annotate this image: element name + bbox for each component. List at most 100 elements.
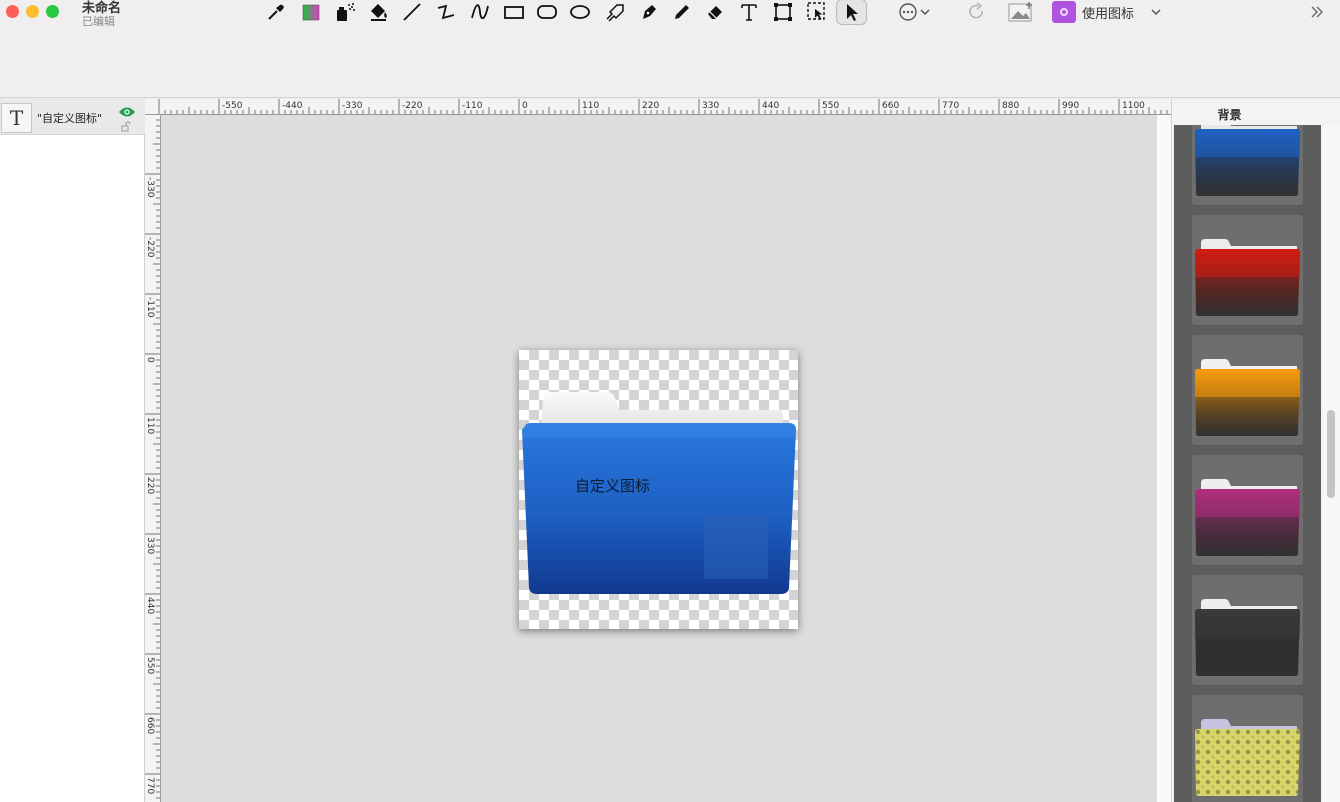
pen-nib-icon xyxy=(643,5,656,19)
minimize-window-button[interactable] xyxy=(26,5,39,18)
image-button[interactable] xyxy=(1006,0,1036,24)
folder-icon xyxy=(1195,479,1300,556)
use-icon-label: 使用图标 xyxy=(1082,6,1135,22)
ruler-label: 990 xyxy=(1062,101,1079,111)
overflow-toolbar-button[interactable] xyxy=(1304,0,1330,24)
chevron-double-right-icon xyxy=(1311,6,1323,18)
ruler-label: -550 xyxy=(222,101,243,111)
ruler-label: 330 xyxy=(702,101,719,111)
ruler-label: 0 xyxy=(145,357,155,363)
lasso-icon xyxy=(606,4,624,22)
folder-label-text[interactable]: 自定义图标 xyxy=(575,475,650,496)
ruler-label: -110 xyxy=(145,297,155,318)
chevron-down-icon xyxy=(1151,9,1161,16)
lasso-tool[interactable] xyxy=(602,0,628,24)
background-swatch-red[interactable] xyxy=(1192,215,1303,325)
ellipse-tool[interactable] xyxy=(567,0,593,24)
ruler-label: 550 xyxy=(145,657,155,674)
vertical-ruler-ticks: -330 -220 -110 0 110 220 330 440 550 660 770 xyxy=(145,119,160,799)
text-tool[interactable] xyxy=(736,0,762,24)
background-swatch-orange[interactable] xyxy=(1192,335,1303,445)
ruler-label: 110 xyxy=(145,417,155,434)
blue-folder-icon xyxy=(522,392,796,594)
vertical-ruler: -330 -220 -110 0 110 220 330 440 550 660 770 xyxy=(145,115,161,802)
layer-thumbnail: T xyxy=(1,103,32,133)
eraser-icon xyxy=(708,6,722,19)
text-icon xyxy=(741,4,757,21)
icon-artboard[interactable]: 自定义图标 xyxy=(519,350,798,629)
transform-icon xyxy=(774,3,792,21)
ruler-label: -110 xyxy=(462,101,483,111)
background-swatch-magenta[interactable] xyxy=(1192,455,1303,565)
layers-panel: T "自定义图标" xyxy=(0,99,145,802)
eyedropper-icon xyxy=(268,4,284,20)
ruler-label: -440 xyxy=(282,101,303,111)
maximize-window-button[interactable] xyxy=(46,5,59,18)
image-icon xyxy=(1008,2,1032,22)
ruler-label: -330 xyxy=(342,101,363,111)
more-options-menu[interactable] xyxy=(894,0,934,24)
ruler-label: 220 xyxy=(642,101,659,111)
paint-bucket-icon xyxy=(371,4,387,21)
horizontal-ruler: -550 -440 -330 -220 -110 0 110 220 330 440 550 660 7… xyxy=(145,99,1171,115)
use-icon-button[interactable]: 使用图标 xyxy=(1052,0,1162,24)
horizontal-ruler-ticks: -550 -440 -330 -220 -110 0 110 220 330 440 550 660 7… xyxy=(158,99,1168,114)
crop-select-tool[interactable] xyxy=(804,0,830,24)
background-panel: 背景 xyxy=(1171,99,1340,802)
ruler-label: 880 xyxy=(1002,101,1019,111)
spray-tool[interactable] xyxy=(332,0,358,24)
close-window-button[interactable] xyxy=(6,5,19,18)
folder-icon xyxy=(1195,719,1300,796)
unlock-icon[interactable] xyxy=(121,121,131,132)
ruler-label: -330 xyxy=(145,177,155,198)
line-tool[interactable] xyxy=(399,0,425,24)
spray-icon xyxy=(337,3,355,21)
chevron-down-icon xyxy=(920,9,930,16)
redo-button[interactable] xyxy=(964,0,990,24)
rectangle-icon xyxy=(504,6,524,19)
background-swatch-black[interactable] xyxy=(1192,575,1303,685)
rectangle-tool[interactable] xyxy=(501,0,527,24)
scrollbar-thumb[interactable] xyxy=(1327,410,1335,498)
color-swatch-icon xyxy=(302,4,320,21)
rounded-rect-tool[interactable] xyxy=(534,0,560,24)
background-swatch-blue[interactable] xyxy=(1192,125,1303,205)
folder-icon xyxy=(1195,239,1300,316)
eyedropper-tool[interactable] xyxy=(263,0,289,24)
ruler-label: 110 xyxy=(582,101,599,111)
select-tool[interactable] xyxy=(836,0,867,25)
pen-tool[interactable] xyxy=(636,0,662,24)
background-swatch-damask-yellow[interactable] xyxy=(1192,695,1303,802)
ruler-label: 440 xyxy=(145,597,155,614)
document-status: 已编辑 xyxy=(82,15,115,28)
ruler-label: 660 xyxy=(882,101,899,111)
line-icon xyxy=(403,3,421,21)
layer-row[interactable]: T "自定义图标" xyxy=(0,99,145,135)
pencil-tool[interactable] xyxy=(669,0,695,24)
eraser-tool[interactable] xyxy=(702,0,728,24)
zigzag-icon xyxy=(437,4,455,20)
rounded-rectangle-icon xyxy=(537,5,557,19)
arrow-cursor-icon xyxy=(846,4,858,21)
selection-icon xyxy=(807,2,825,20)
transform-tool[interactable] xyxy=(770,0,796,24)
ruler-label: 440 xyxy=(762,101,779,111)
canvas-vertical-scrollbar[interactable] xyxy=(1156,115,1171,802)
ruler-label: 550 xyxy=(822,101,839,111)
ruler-label: 330 xyxy=(145,537,155,554)
fill-tool[interactable] xyxy=(366,0,392,24)
ruler-label: 220 xyxy=(145,477,155,494)
background-panel-scrollbar[interactable] xyxy=(1323,125,1340,802)
curve-tool[interactable] xyxy=(467,0,493,24)
folder-icon xyxy=(1195,359,1300,436)
toolbar: 未命名 已编辑 使用图标 xyxy=(0,0,1340,98)
ruler-label: 1100 xyxy=(1122,101,1145,111)
ruler-label: -220 xyxy=(145,237,155,258)
app-window: 未命名 已编辑 使用图标 T "自定义图标" -550 -440 -330 -2… xyxy=(0,0,1340,802)
ruler-label: 660 xyxy=(145,717,155,734)
polyline-tool[interactable] xyxy=(433,0,459,24)
ellipse-icon xyxy=(570,5,590,19)
color-tool[interactable] xyxy=(298,0,324,24)
eye-icon[interactable] xyxy=(118,106,136,118)
ruler-label: 770 xyxy=(942,101,959,111)
